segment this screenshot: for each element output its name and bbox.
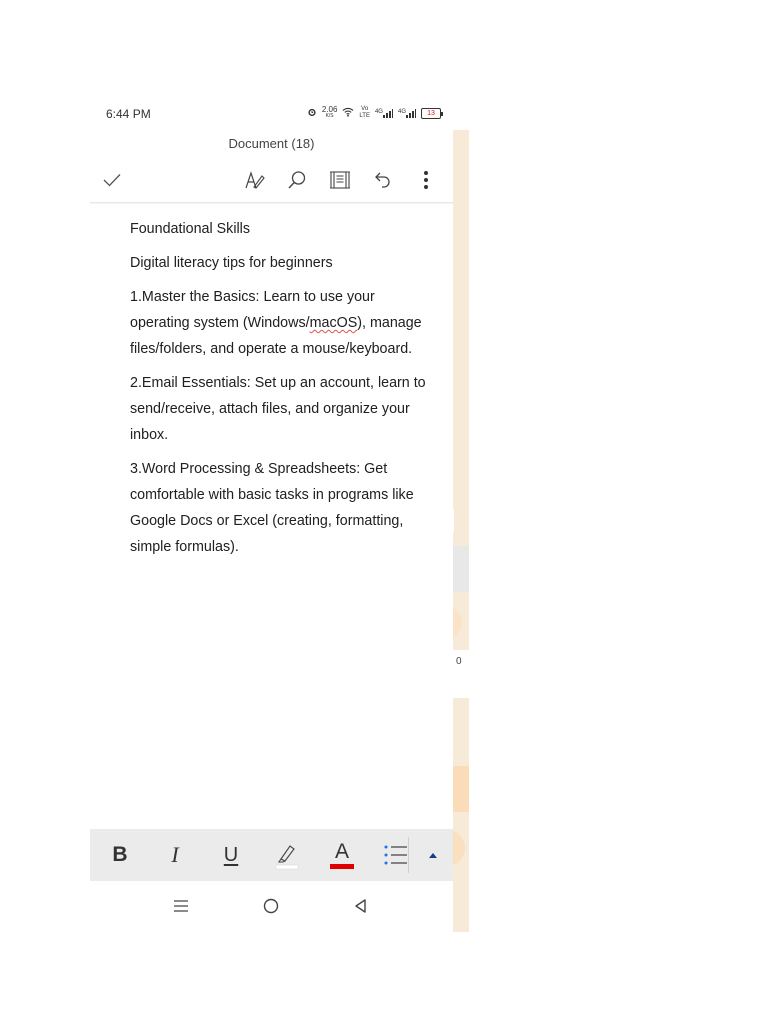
signal-1-icon: 4G <box>374 108 393 118</box>
expand-up-icon[interactable] <box>417 839 449 871</box>
status-bar: 6:44 PM 2.06 K/S Vo LTE 4G 4G 13 <box>90 98 453 130</box>
phone-screen: 6:44 PM 2.06 K/S Vo LTE 4G 4G 13 Documen… <box>90 98 453 932</box>
lte-label: LTE <box>359 113 370 119</box>
italic-icon[interactable]: I <box>159 839 191 871</box>
document-title[interactable]: Document (18) <box>90 136 453 151</box>
net-speed-indicator: 2.06 K/S <box>322 106 338 120</box>
battery-level: 13 <box>427 109 435 117</box>
undo-icon[interactable] <box>369 166 397 194</box>
spelling-error-word[interactable]: macOS <box>310 315 358 331</box>
reading-view-icon[interactable] <box>326 166 354 194</box>
battery-icon: 13 <box>421 107 443 119</box>
font-color-swatch <box>330 863 354 869</box>
document-heading[interactable]: Foundational Skills <box>130 216 430 242</box>
paragraph-2[interactable]: 2.Email Essentials: Set up an account, l… <box>130 370 430 448</box>
document-body[interactable]: Foundational Skills Digital literacy tip… <box>130 216 430 568</box>
recent-apps-icon[interactable] <box>166 891 196 921</box>
toolbar-divider <box>90 202 453 204</box>
font-color-letter: A <box>334 839 349 863</box>
status-time: 6:44 PM <box>106 107 151 121</box>
alarm-icon <box>307 107 317 119</box>
background-partial-text: 0 <box>456 656 462 667</box>
highlighter-icon[interactable] <box>271 839 303 871</box>
status-icons: 2.06 K/S Vo LTE 4G 4G 13 <box>307 106 443 120</box>
signal-1-label: 4G <box>374 108 383 115</box>
check-icon[interactable] <box>98 166 126 194</box>
top-toolbar <box>90 162 453 202</box>
more-icon[interactable] <box>412 166 440 194</box>
paragraph-1[interactable]: 1.Master the Basics: Learn to use your o… <box>130 284 430 362</box>
navigation-bar <box>90 881 453 932</box>
wifi-icon <box>342 107 354 119</box>
draw-pen-icon[interactable] <box>240 166 268 194</box>
underline-icon[interactable]: U <box>215 839 247 871</box>
volte-indicator: Vo LTE <box>359 106 370 120</box>
document-subtitle[interactable]: Digital literacy tips for beginners <box>130 250 430 276</box>
font-color-icon[interactable]: A <box>326 839 358 871</box>
net-speed-unit: K/S <box>325 113 334 119</box>
paragraph-3[interactable]: 3.Word Processing & Spreadsheets: Get co… <box>130 456 430 560</box>
volte-label: Vo <box>361 106 369 112</box>
format-toolbar: B I U A <box>90 829 453 881</box>
back-icon[interactable] <box>346 891 376 921</box>
search-icon[interactable] <box>283 166 311 194</box>
net-speed-value: 2.06 <box>321 105 338 114</box>
signal-2-icon: 4G <box>397 108 416 118</box>
signal-2-label: 4G <box>397 108 406 115</box>
bold-icon[interactable]: B <box>104 839 136 871</box>
home-icon[interactable] <box>256 891 286 921</box>
format-divider <box>408 837 409 873</box>
